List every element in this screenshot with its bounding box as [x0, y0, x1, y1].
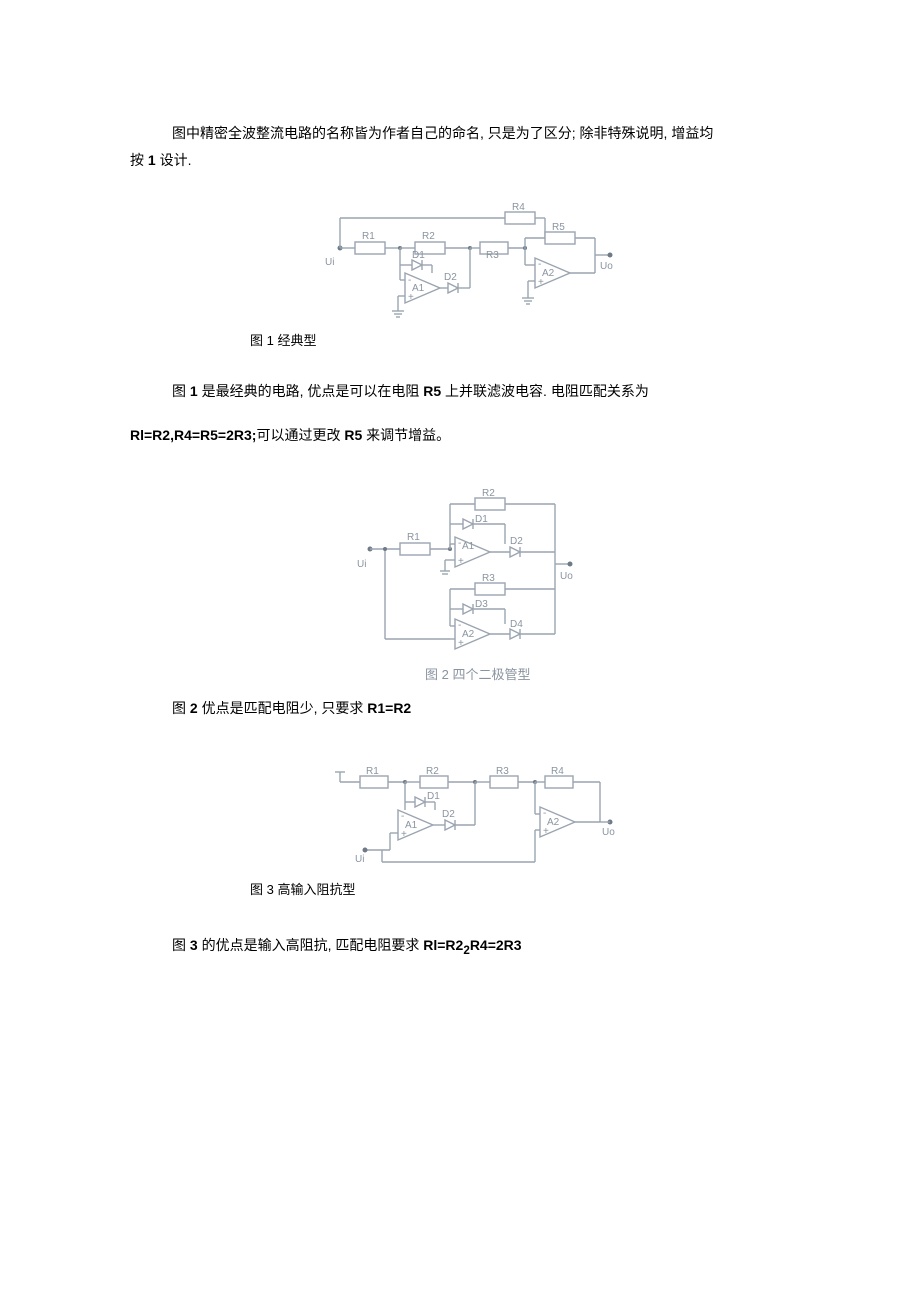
figure-1-caption: 图 1 经典型: [130, 329, 810, 354]
f2-a1: A1: [462, 541, 475, 552]
figure-1: Ui R1 R2 D1 A1 - +: [130, 203, 810, 323]
intro-text-1: 图中精密全波整流电路的名称皆为作者自己的命名, 只是为了区分; 除非特殊说明, …: [172, 125, 713, 141]
document-page: 图中精密全波整流电路的名称皆为作者自己的命名, 只是为了区分; 除非特殊说明, …: [0, 0, 920, 1040]
label-r2: R2: [422, 231, 435, 242]
f2-d4: D4: [510, 619, 523, 630]
figure-2: Ui R1 R2 D1 A1 -+: [130, 489, 810, 689]
f3-r4: R4: [551, 766, 564, 777]
svg-text:+: +: [401, 829, 407, 840]
svg-text:+: +: [458, 638, 464, 649]
f1-p: 来调节增益。: [362, 427, 450, 443]
intro-text-2b: 设计.: [156, 152, 192, 168]
circuit-3-svg: R1 R2 D1 A1 -+ U: [320, 762, 620, 872]
f2-uo: Uo: [560, 571, 573, 582]
label-d1: D1: [412, 250, 425, 261]
label-r3: R3: [486, 250, 499, 261]
f2-r1: R1: [407, 532, 420, 543]
f2-d2: D2: [510, 536, 523, 547]
p2-b2: R1=R2: [367, 700, 411, 716]
paragraph-3: 图 3 的优点是输入高阻抗, 匹配电阻要求 Rl=R22R4=2R3: [130, 932, 810, 962]
svg-text:+: +: [408, 292, 414, 303]
f2-r3: R3: [482, 573, 495, 584]
f3-r2: R2: [426, 766, 439, 777]
f3-ui: Ui: [355, 854, 364, 865]
svg-text:-: -: [408, 275, 411, 286]
p1-b1: 1: [190, 383, 198, 399]
f2-ui: Ui: [357, 559, 366, 570]
p3-b1: 3: [190, 937, 198, 953]
p3-b2b: R4=2R3: [470, 937, 522, 953]
label-a1: A1: [412, 283, 425, 294]
svg-text:-: -: [458, 620, 461, 631]
label-r5: R5: [552, 222, 565, 233]
circuit-1-svg: Ui R1 R2 D1 A1 - +: [320, 203, 620, 323]
figure-3: R1 R2 D1 A1 -+ U: [130, 762, 810, 872]
paragraph-1: 图 1 是最经典的电路, 优点是可以在电阻 R5 上并联滤波电容. 电阻匹配关系…: [130, 378, 810, 405]
intro-text-2a: 按: [130, 152, 148, 168]
svg-text:+: +: [458, 556, 464, 567]
p3-a: 图: [172, 937, 190, 953]
svg-text:-: -: [401, 811, 404, 822]
p1-m: 是最经典的电路, 优点是可以在电阻: [198, 383, 424, 399]
p1-p: 上并联滤波电容. 电阻匹配关系为: [441, 383, 649, 399]
f3-r3: R3: [496, 766, 509, 777]
formula-1: Rl=R2,R4=R5=2R3;可以通过更改 R5 来调节增益。: [130, 422, 810, 449]
f3-r1: R1: [366, 766, 379, 777]
p3-m: 的优点是输入高阻抗, 匹配电阻要求: [198, 937, 424, 953]
label-r4: R4: [512, 203, 525, 213]
p1-b2: R5: [423, 383, 441, 399]
label-ui: Ui: [325, 257, 334, 268]
f3-a1: A1: [405, 820, 418, 831]
svg-text:+: +: [543, 826, 549, 837]
figure-2-caption: 图 2 四个二极管型: [425, 667, 530, 682]
f3-a2: A2: [547, 817, 560, 828]
f3-d1: D1: [427, 791, 440, 802]
f2-a2: A2: [462, 629, 475, 640]
label-a2: A2: [542, 268, 555, 279]
p1-a: 图: [172, 383, 190, 399]
p3-b2a: Rl=R2: [423, 937, 463, 953]
svg-text:-: -: [543, 808, 546, 819]
svg-text:-: -: [538, 259, 541, 270]
intro-paragraph: 图中精密全波整流电路的名称皆为作者自己的命名, 只是为了区分; 除非特殊说明, …: [130, 120, 810, 173]
p2-m: 优点是匹配电阻少, 只要求: [198, 700, 368, 716]
f3-d2: D2: [442, 809, 455, 820]
label-d2: D2: [444, 272, 457, 283]
f2-r2: R2: [482, 489, 495, 499]
p2-a: 图: [172, 700, 190, 716]
intro-bold: 1: [148, 152, 156, 168]
f3-uo: Uo: [602, 827, 615, 838]
circuit-2-svg: Ui R1 R2 D1 A1 -+: [355, 489, 585, 689]
f1-m: 可以通过更改: [256, 427, 344, 443]
svg-text:-: -: [458, 538, 461, 549]
figure-3-caption: 图 3 高输入阻抗型: [130, 878, 810, 903]
label-r1: R1: [362, 231, 375, 242]
f1-b1: Rl=R2,R4=R5=2R3;: [130, 427, 256, 443]
label-uo: Uo: [600, 261, 613, 272]
p2-b1: 2: [190, 700, 198, 716]
f1-b2: R5: [344, 427, 362, 443]
svg-text:+: +: [538, 277, 544, 288]
paragraph-2: 图 2 优点是匹配电阻少, 只要求 R1=R2: [130, 695, 810, 722]
